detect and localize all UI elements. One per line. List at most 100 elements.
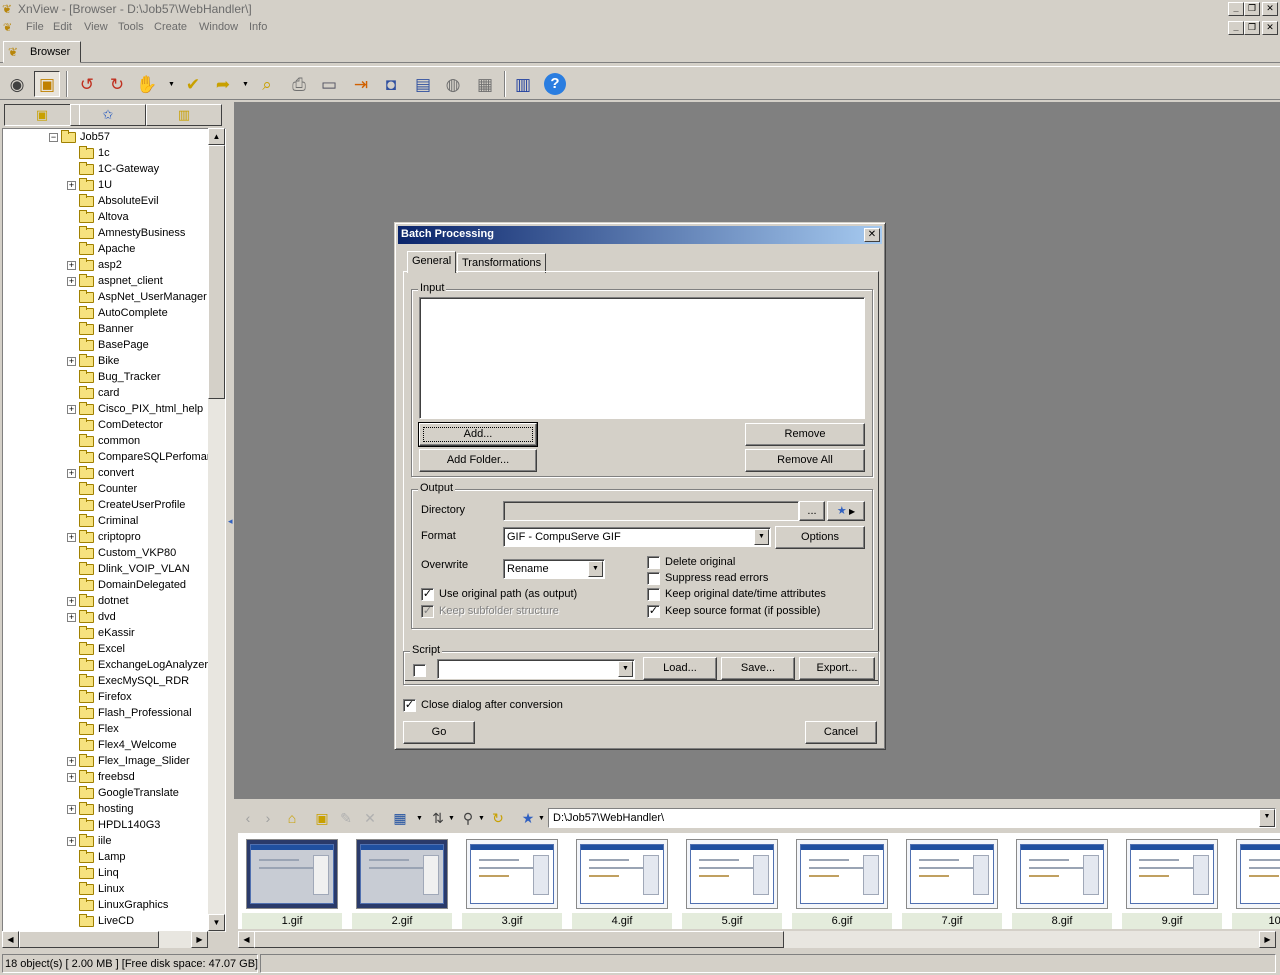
expand-icon[interactable]: + [67,260,76,270]
thumbnail-item[interactable]: 2.gif [352,837,452,929]
tree-item[interactable]: + dvd [67,609,116,625]
new-folder-icon[interactable]: ▣ [312,808,332,828]
add-button[interactable]: Add... [418,422,538,447]
rotate-right-icon[interactable]: ↻ [104,71,130,97]
tab-transformations[interactable]: Transformations [457,253,547,273]
scroll-left-button[interactable]: ◀ [2,931,19,948]
find-icon[interactable]: ⌕ [254,71,280,97]
script-export-button[interactable]: Export... [799,657,875,680]
tree-item[interactable]: Linq [67,865,119,881]
chevron-down-icon[interactable]: ▼ [448,815,455,822]
format-select[interactable]: GIF - CompuServe GIF ▼ [503,527,771,547]
menu-file[interactable]: File [26,21,44,33]
thumbnail-item[interactable]: 10.gif [1232,837,1280,929]
thumbnail-item[interactable]: 4.gif [572,837,672,929]
menu-edit[interactable]: Edit [53,21,72,33]
scroll-right-button[interactable]: ▶ [1259,931,1276,948]
select-folder-icon[interactable]: ✔ [180,71,206,97]
tree-item[interactable]: GoogleTranslate [67,785,179,801]
keep-source-format-checkbox[interactable]: ✓ [647,605,660,618]
tree-item[interactable]: + asp2 [67,257,122,273]
remove-all-button[interactable]: Remove All [745,449,865,472]
directory-field[interactable] [503,501,799,521]
open-folder-icon[interactable]: ➦ [210,71,236,97]
parent-folder-icon[interactable]: ⌂ [282,808,302,828]
options-button[interactable]: Options [775,526,865,549]
tree-item[interactable]: ExecMySQL_RDR [67,673,189,689]
thumbnail-item[interactable]: 9.gif [1122,837,1222,929]
thumbnail-horizontal-scrollbar[interactable]: ◀ ▶ [238,931,1276,948]
tree-item[interactable]: DomainDelegated [67,577,186,593]
tree-item[interactable]: Banner [67,321,133,337]
tree-item[interactable]: Counter [67,481,137,497]
tree-item[interactable]: Bug_Tracker [67,369,161,385]
categories-tab[interactable]: ▥ [146,104,222,126]
tree-item[interactable]: + Flex_Image_Slider [67,753,190,769]
suppress-read-errors-checkbox[interactable] [647,572,660,585]
document-icon[interactable]: ❦ [3,21,12,34]
chevron-down-icon[interactable]: ▼ [618,661,633,677]
folders-tab[interactable]: ▣ [4,104,80,126]
menu-window[interactable]: Window [199,21,238,33]
chevron-down-icon[interactable]: ▼ [538,815,545,822]
refresh-icon[interactable]: ↻ [488,808,508,828]
scroll-down-button[interactable]: ▼ [208,914,225,931]
tree-item[interactable]: Criminal [67,513,138,529]
chevron-down-icon[interactable]: ▼ [1259,809,1275,827]
overwrite-select[interactable]: Rename ▼ [503,559,605,579]
expand-icon[interactable]: + [67,532,76,542]
minimize-button[interactable]: _ [1228,2,1244,16]
tree-item[interactable]: + aspnet_client [67,273,163,289]
script-save-button[interactable]: Save... [721,657,795,680]
chevron-down-icon[interactable]: ▼ [168,81,175,88]
thumbnail-item[interactable]: 1.gif [242,837,342,929]
tree-item[interactable]: card [67,385,119,401]
keep-date-time-checkbox[interactable] [647,588,660,601]
expand-icon[interactable]: + [67,180,76,190]
tree-item[interactable]: LinuxGraphics [67,897,168,913]
mdi-restore-button[interactable]: ❐ [1244,21,1260,35]
expand-icon[interactable]: + [67,356,76,366]
tree-item[interactable]: AmnestyBusiness [67,225,185,241]
thumbnail-view[interactable]: 1.gif 2.gif 3.gif 4.gif 5.gif 6.gif 7.gif 8.gif… [238,833,1280,929]
chevron-down-icon[interactable]: ▼ [754,529,769,545]
input-file-list[interactable] [419,297,865,419]
tree-item[interactable]: + hosting [67,801,133,817]
tree-item[interactable]: HPDL140G3 [67,817,160,833]
camera-icon[interactable]: ◘ [378,71,404,97]
browse-directory-button[interactable]: ... [799,501,825,521]
convert-icon[interactable]: ⇥ [348,71,374,97]
chevron-down-icon[interactable]: ▼ [478,815,485,822]
menu-tools[interactable]: Tools [118,21,144,33]
help-icon[interactable]: ? [542,71,568,97]
filter-icon[interactable]: ⚲ [458,808,478,828]
add-folder-button[interactable]: Add Folder... [419,449,537,472]
tree-item[interactable]: AutoComplete [67,305,168,321]
tree-item[interactable]: + criptopro [67,529,141,545]
tree-item[interactable]: CreateUserProfile [67,497,185,513]
tree-item[interactable]: ExchangeLogAnalyzer [67,657,208,673]
expand-icon[interactable]: + [67,276,76,286]
tree-item[interactable]: Linux [67,881,124,897]
delete-original-checkbox[interactable] [647,556,660,569]
chevron-down-icon[interactable]: ▼ [242,81,249,88]
favorites-star-icon[interactable]: ★ [518,808,538,828]
dialog-close-button[interactable]: ✕ [864,228,880,242]
tree-item[interactable]: AspNet_UserManager [67,289,207,305]
close-after-checkbox[interactable]: ✓ [403,699,416,712]
rename-icon[interactable]: ✎ [336,808,356,828]
script-select[interactable]: ▼ [437,659,635,679]
tree-item[interactable]: 1C-Gateway [67,161,159,177]
thumbnail-item[interactable]: 5.gif [682,837,782,929]
browser-view-icon[interactable]: ▣ [34,71,60,97]
expand-icon[interactable]: + [67,804,76,814]
thumbnail-item[interactable]: 3.gif [462,837,562,929]
scroll-right-button[interactable]: ▶ [191,931,208,948]
tree-item[interactable]: + Cisco_PIX_html_help [67,401,203,417]
mdi-close-button[interactable]: ✕ [1262,21,1278,35]
path-input[interactable]: D:\Job57\WebHandler\ ▼ [548,808,1276,828]
collapse-icon[interactable]: − [49,132,58,142]
tree-item[interactable]: Custom_VKP80 [67,545,176,561]
script-load-button[interactable]: Load... [643,657,717,680]
scroll-up-button[interactable]: ▲ [208,128,225,145]
